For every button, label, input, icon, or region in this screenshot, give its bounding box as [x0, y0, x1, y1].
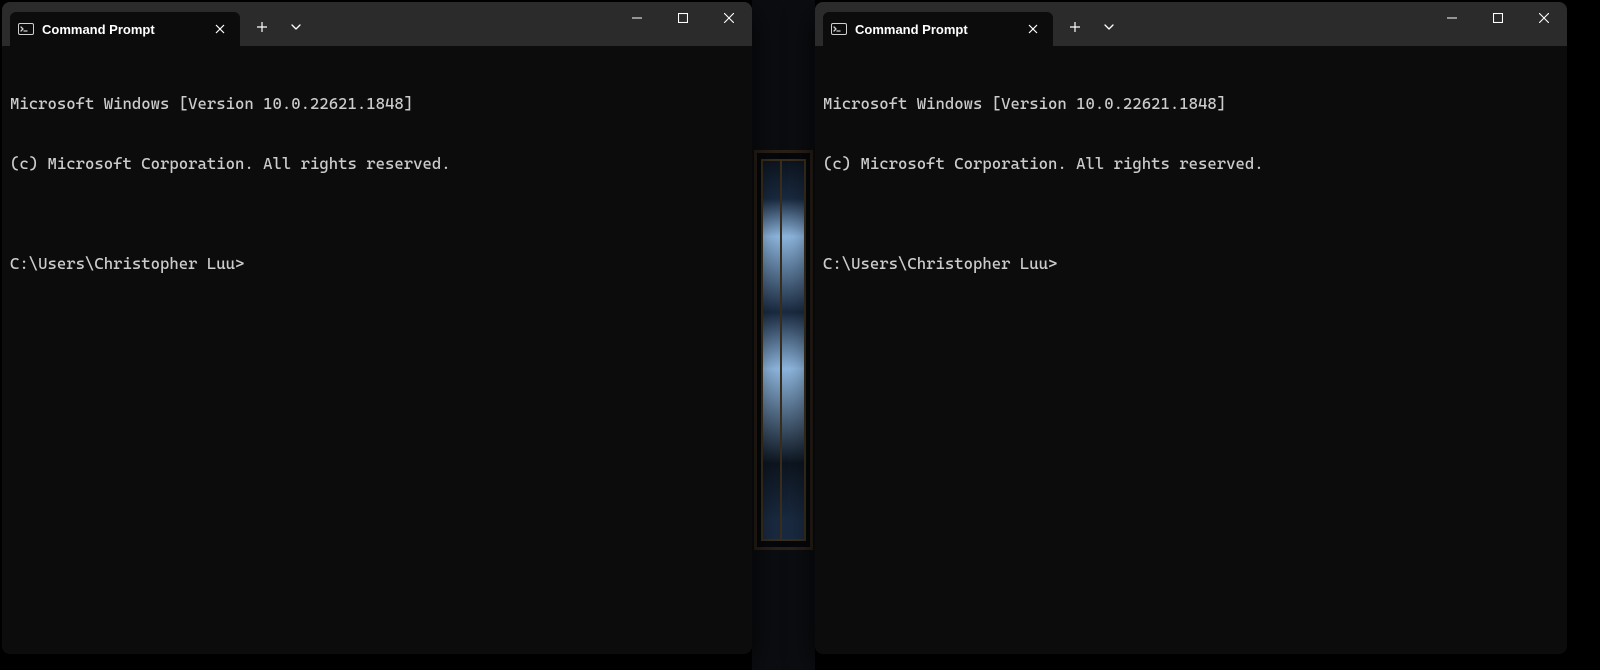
terminal-line: (c) Microsoft Corporation. All rights re… [10, 154, 744, 174]
close-window-button[interactable] [1521, 2, 1567, 34]
terminal-window-right: Command Prompt [815, 2, 1567, 654]
plus-icon [256, 21, 268, 33]
close-icon [724, 13, 734, 23]
close-icon [1028, 24, 1038, 34]
minimize-icon [1447, 13, 1457, 23]
wallpaper-window-frame [754, 150, 813, 550]
tab-strip: Command Prompt [815, 2, 1053, 46]
maximize-icon [1493, 13, 1503, 23]
wallpaper-door-handle [782, 325, 786, 375]
tab-close-button[interactable] [210, 19, 230, 39]
maximize-icon [678, 13, 688, 23]
titlebar-drag-area[interactable] [312, 2, 614, 46]
close-window-button[interactable] [706, 2, 752, 34]
tab-strip: Command Prompt [2, 2, 240, 46]
tab-command-prompt[interactable]: Command Prompt [10, 12, 240, 46]
close-icon [215, 24, 225, 34]
terminal-line: Microsoft Windows [Version 10.0.22621.18… [10, 94, 744, 114]
tab-actions [240, 2, 312, 46]
terminal-output[interactable]: Microsoft Windows [Version 10.0.22621.18… [2, 46, 752, 654]
new-tab-button[interactable] [246, 11, 278, 43]
minimize-button[interactable] [1429, 2, 1475, 34]
chevron-down-icon [1104, 22, 1114, 32]
tab-title: Command Prompt [855, 22, 968, 37]
new-tab-button[interactable] [1059, 11, 1091, 43]
tab-close-button[interactable] [1023, 19, 1043, 39]
window-caption-buttons [1429, 2, 1567, 34]
cmd-icon [18, 21, 34, 37]
terminal-prompt: C:\Users\Christopher Luu> [10, 254, 744, 274]
tab-title: Command Prompt [42, 22, 155, 37]
chevron-down-icon [291, 22, 301, 32]
tab-command-prompt[interactable]: Command Prompt [823, 12, 1053, 46]
tab-dropdown-button[interactable] [280, 11, 312, 43]
terminal-line: Microsoft Windows [Version 10.0.22621.18… [823, 94, 1559, 114]
titlebar[interactable]: Command Prompt [815, 2, 1567, 46]
terminal-prompt: C:\Users\Christopher Luu> [823, 254, 1559, 274]
maximize-button[interactable] [1475, 2, 1521, 34]
tab-actions [1053, 2, 1125, 46]
desktop-wallpaper-gap [752, 0, 815, 670]
tab-dropdown-button[interactable] [1093, 11, 1125, 43]
window-caption-buttons [614, 2, 752, 34]
minimize-button[interactable] [614, 2, 660, 34]
plus-icon [1069, 21, 1081, 33]
cmd-icon [831, 21, 847, 37]
terminal-output[interactable]: Microsoft Windows [Version 10.0.22621.18… [815, 46, 1567, 654]
terminal-line: (c) Microsoft Corporation. All rights re… [823, 154, 1559, 174]
titlebar-drag-area[interactable] [1125, 2, 1429, 46]
minimize-icon [632, 13, 642, 23]
terminal-window-left: Command Prompt [2, 2, 752, 654]
titlebar[interactable]: Command Prompt [2, 2, 752, 46]
close-icon [1539, 13, 1549, 23]
maximize-button[interactable] [660, 2, 706, 34]
